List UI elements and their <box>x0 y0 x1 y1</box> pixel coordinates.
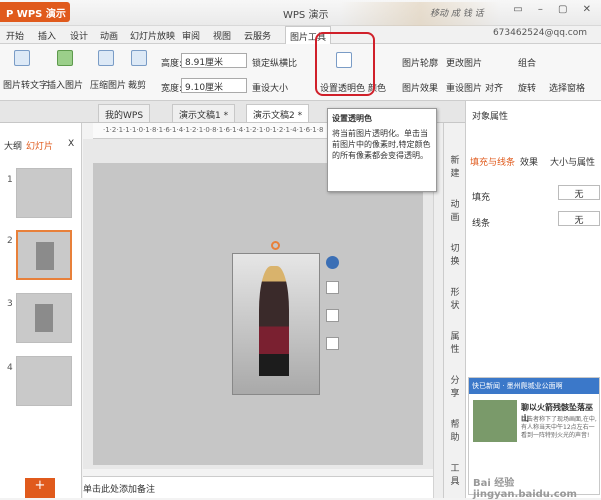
rotate-handle-icon[interactable] <box>271 241 280 250</box>
add-slide-button[interactable]: + <box>25 478 55 498</box>
highlight-circle <box>315 32 375 96</box>
tab-view[interactable]: 视图 <box>213 29 231 42</box>
news-header: 快已新闻 · 墨州爬城业公面啊 <box>469 378 599 394</box>
slide-thumb-3[interactable] <box>16 293 72 343</box>
tab-fill-line[interactable]: 填充与线条 <box>470 155 515 168</box>
slides-tab[interactable]: 幻灯片 <box>26 139 53 152</box>
insert-image-button[interactable]: 插入图片 <box>47 78 83 91</box>
tab-size[interactable]: 大小与属性 <box>550 155 595 168</box>
tab-my-wps[interactable]: 我的WPS <box>98 104 151 122</box>
task-animation[interactable]: 动画 <box>447 197 463 223</box>
crop-tool-icon[interactable] <box>326 309 339 322</box>
effects-button[interactable]: 图片效果 <box>402 81 438 94</box>
line-select[interactable]: 无 <box>558 211 600 226</box>
tab-animation[interactable]: 动画 <box>100 29 118 42</box>
panel-title: 对象属性 <box>472 112 509 122</box>
compress-button[interactable]: 压缩图片 <box>90 78 126 91</box>
tab-insert[interactable]: 插入 <box>38 29 56 42</box>
news-card[interactable]: 快已新闻 · 墨州爬城业公面啊 聊以火箭残骸坠落巫山 目击者称下了现场画面,在中… <box>468 377 600 500</box>
tooltip-body: 将当前图片透明化。单击当前图片中的像素时,特定颜色的所有像素都会变得透明。 <box>332 129 431 160</box>
image-to-text-button[interactable]: 图片转文字 <box>3 78 48 91</box>
notes-area[interactable]: 单击此处添加备注 <box>83 476 433 498</box>
slide-canvas[interactable] <box>93 163 423 465</box>
set-transparent-tooltip: 设置透明色 将当前图片透明化。单击当前图片中的像素时,特定颜色的所有像素都会变得… <box>327 108 437 192</box>
tab-design[interactable]: 设计 <box>70 29 88 42</box>
news-body: 目击者称下了现场画面,在中,有人称当天中午12点左右一看到一阵特别火光的声音! <box>521 416 597 439</box>
slide-thumb-2[interactable] <box>16 230 72 280</box>
reset-image-button[interactable]: 重设图片 <box>446 81 482 94</box>
align-button[interactable]: 对齐 <box>485 81 503 94</box>
slide-number: 4 <box>7 363 13 373</box>
title-cursive-text: 移动 成 钱 话 <box>430 9 484 19</box>
tab-effects[interactable]: 效果 <box>520 155 538 168</box>
task-property[interactable]: 属性 <box>447 329 463 355</box>
slide-number: 3 <box>7 299 13 309</box>
insert-image-icon <box>57 50 73 66</box>
frame-icon[interactable] <box>326 337 339 350</box>
close-icon[interactable]: X <box>68 139 74 149</box>
outline-tab[interactable]: 大纲 <box>4 139 22 152</box>
ribbon: 图片转文字 插入图片 压缩图片 裁剪 高度: 8.91厘米 宽度: 9.10厘米… <box>0 44 601 101</box>
window-title: WPS 演示 <box>283 10 329 21</box>
fill-label[interactable]: 填充 <box>472 190 490 203</box>
task-new[interactable]: 新建 <box>447 153 463 179</box>
tab-doc2[interactable]: 演示文稿2 * <box>246 104 310 122</box>
slide-number: 2 <box>7 236 13 246</box>
tab-slideshow[interactable]: 幻灯片放映 <box>130 29 175 42</box>
task-shape[interactable]: 形状 <box>447 285 463 311</box>
compress-icon <box>98 50 114 66</box>
height-label: 高度: <box>161 59 183 69</box>
tab-doc1[interactable]: 演示文稿1 * <box>172 104 236 122</box>
rotate-button[interactable]: 旋转 <box>518 81 536 94</box>
crop-icon <box>131 50 147 66</box>
change-image-button[interactable]: 更改图片 <box>446 56 482 69</box>
reset-size-button[interactable]: 重设大小 <box>252 81 288 94</box>
title-bar: P WPS 演示 WPS 演示 移动 成 钱 话 ▭ – ▢ ✕ <box>0 0 601 26</box>
fill-select[interactable]: 无 <box>558 185 600 200</box>
object-properties-panel: 对象属性 填充与线条 效果 大小与属性 填充 无 线条 无 快已新闻 · 墨州爬… <box>465 101 601 500</box>
news-image <box>473 400 517 442</box>
menu-bar: 开始 插入 设计 动画 幻灯片放映 审阅 视图 云服务 图片工具 6734625… <box>0 26 601 44</box>
slide-thumb-1[interactable] <box>16 168 72 218</box>
crop-button[interactable]: 裁剪 <box>128 78 146 91</box>
width-input[interactable]: 9.10厘米 <box>181 78 247 93</box>
tab-home[interactable]: 开始 <box>6 29 24 42</box>
tooltip-title: 设置透明色 <box>332 114 372 123</box>
task-help[interactable]: 帮助 <box>447 417 463 443</box>
selection-pane-button[interactable]: 选择窗格 <box>549 81 585 94</box>
line-label[interactable]: 线条 <box>472 216 490 229</box>
photo-image[interactable] <box>232 253 320 395</box>
task-tools[interactable]: 工具 <box>447 461 463 487</box>
watermark: Bai 经验 jingyan.baidu.com <box>473 478 577 500</box>
slide-number: 1 <box>7 175 13 185</box>
window-controls[interactable]: ▭ – ▢ ✕ <box>513 4 597 15</box>
lock-ratio-checkbox[interactable]: 锁定纵横比 <box>252 56 297 69</box>
group-button[interactable]: 组合 <box>518 56 536 69</box>
task-side-bar: 新建 动画 切换 形状 属性 分享 帮助 工具 <box>443 123 465 498</box>
zoom-icon[interactable] <box>326 281 339 294</box>
outline-button[interactable]: 图片轮廓 <box>402 56 438 69</box>
width-label: 宽度: <box>161 84 183 94</box>
task-transition[interactable]: 切换 <box>447 241 463 267</box>
height-input[interactable]: 8.91厘米 <box>181 53 247 68</box>
user-account[interactable]: 673462524@qq.com <box>493 28 587 38</box>
tab-cloud[interactable]: 云服务 <box>244 29 271 42</box>
minus-icon[interactable] <box>326 256 339 269</box>
slide-panel: 大纲 幻灯片 X 1 2 3 4 + <box>0 123 82 498</box>
notes-placeholder: 单击此处添加备注 <box>83 485 156 495</box>
wps-app-menu-button[interactable]: P WPS 演示 <box>0 2 70 22</box>
slide-thumb-4[interactable] <box>16 356 72 406</box>
task-share[interactable]: 分享 <box>447 373 463 399</box>
image-to-text-icon <box>14 50 30 66</box>
tab-review[interactable]: 审阅 <box>182 29 200 42</box>
